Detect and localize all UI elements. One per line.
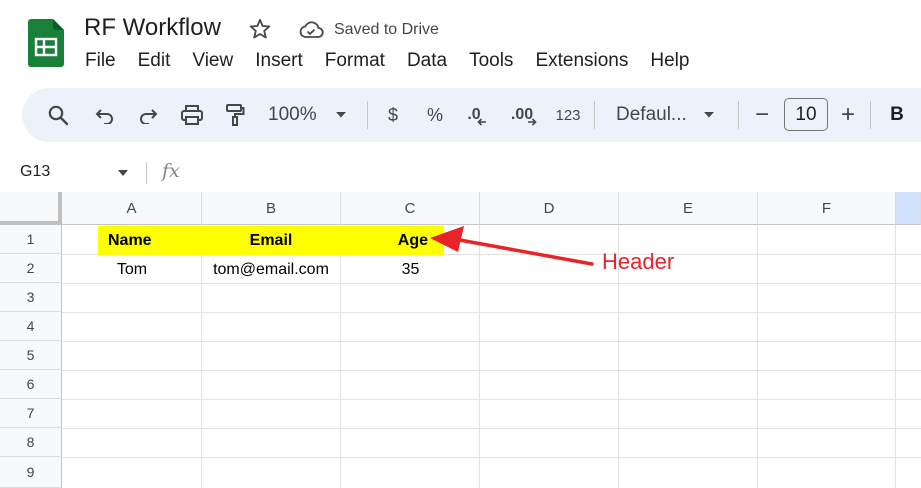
- menu-data[interactable]: Data: [407, 50, 447, 74]
- caret-down-icon: [703, 112, 714, 118]
- select-all-corner[interactable]: [0, 192, 62, 225]
- minus-icon: −: [754, 101, 769, 128]
- percent-label: %: [426, 104, 443, 125]
- fx-icon: fx: [162, 160, 180, 182]
- toolbar-divider: [870, 101, 871, 129]
- increase-decimal-button[interactable]: .00: [504, 88, 544, 142]
- cell-b1[interactable]: Email: [201, 226, 341, 255]
- column-header-b[interactable]: B: [202, 192, 341, 225]
- toolbar: 100% $ % .0 .00 123 Defaul... − 10 + B: [22, 88, 921, 142]
- column-header-f[interactable]: F: [758, 192, 896, 225]
- currency-format-button[interactable]: $: [378, 88, 408, 142]
- zoom-select[interactable]: 100%: [262, 88, 358, 142]
- annotation-label: Header: [602, 249, 675, 274]
- caret-down-icon: [335, 112, 346, 118]
- search-menus-button[interactable]: [40, 88, 76, 142]
- redo-button[interactable]: [133, 88, 163, 142]
- bold-icon: B: [890, 104, 904, 125]
- menu-bar: File Edit View Insert Format Data Tools …: [85, 50, 711, 74]
- cloud-saved-icon[interactable]: [298, 20, 324, 40]
- arrow-left-icon: [477, 118, 486, 126]
- menu-file[interactable]: File: [85, 50, 116, 74]
- paint-format-button[interactable]: [220, 88, 250, 142]
- undo-icon: [95, 109, 113, 124]
- menu-insert[interactable]: Insert: [255, 50, 303, 74]
- row-header-9[interactable]: 9: [0, 457, 62, 488]
- gridline: [62, 428, 921, 429]
- cell-b2[interactable]: tom@email.com: [201, 255, 341, 284]
- redo-icon: [140, 109, 158, 124]
- sheets-logo-icon[interactable]: [28, 19, 64, 67]
- font-family-select[interactable]: Defaul...: [606, 88, 726, 142]
- menu-help[interactable]: Help: [650, 50, 689, 74]
- gridline: [895, 225, 896, 488]
- paint-format-icon: [226, 104, 245, 126]
- bold-button[interactable]: B: [884, 88, 910, 142]
- row-header-3[interactable]: 3: [0, 283, 62, 312]
- print-icon: [181, 105, 203, 125]
- row-header-8[interactable]: 8: [0, 428, 62, 457]
- toolbar-divider: [594, 101, 595, 129]
- gridline: [62, 457, 921, 458]
- column-header-a[interactable]: A: [62, 192, 202, 225]
- percent-format-button[interactable]: %: [420, 88, 450, 142]
- gridline: [757, 225, 758, 488]
- menu-format[interactable]: Format: [325, 50, 385, 74]
- column-header-c[interactable]: C: [341, 192, 480, 225]
- gridline: [62, 370, 921, 371]
- row-header-2[interactable]: 2: [0, 254, 62, 283]
- caret-down-icon[interactable]: [116, 166, 130, 180]
- decrease-font-size-button[interactable]: −: [748, 88, 776, 142]
- star-icon[interactable]: [248, 17, 272, 41]
- print-button[interactable]: [176, 88, 208, 142]
- annotation-arrow-icon: [430, 226, 594, 266]
- row-header-6[interactable]: 6: [0, 370, 62, 399]
- formula-bar-divider: [146, 162, 147, 184]
- zoom-value: 100%: [268, 104, 317, 125]
- undo-button[interactable]: [90, 88, 120, 142]
- name-box[interactable]: G13: [20, 163, 50, 181]
- arrow-right-icon: [528, 118, 537, 126]
- plus-icon: +: [840, 101, 855, 128]
- font-family-value: Defaul...: [616, 104, 687, 125]
- row-header-1[interactable]: 1: [0, 225, 62, 254]
- gridline: [62, 312, 921, 313]
- cell-a2[interactable]: Tom: [62, 255, 202, 284]
- toolbar-divider: [367, 101, 368, 129]
- menu-edit[interactable]: Edit: [138, 50, 171, 74]
- menu-extensions[interactable]: Extensions: [535, 50, 628, 74]
- currency-label: $: [387, 104, 398, 125]
- menu-view[interactable]: View: [192, 50, 233, 74]
- cell-a1[interactable]: Name: [98, 226, 201, 255]
- number-format-button[interactable]: 123: [550, 88, 586, 142]
- number-format-label: 123: [555, 106, 581, 124]
- column-header-g[interactable]: [896, 192, 921, 225]
- save-status[interactable]: Saved to Drive: [334, 21, 439, 39]
- document-title[interactable]: RF Workflow: [84, 14, 221, 42]
- row-header-5[interactable]: 5: [0, 341, 62, 370]
- menu-tools[interactable]: Tools: [469, 50, 513, 74]
- formula-bar: G13 fx: [0, 156, 921, 190]
- font-size-input[interactable]: 10: [784, 98, 828, 131]
- increase-font-size-button[interactable]: +: [834, 88, 862, 142]
- column-header-e[interactable]: E: [619, 192, 758, 225]
- row-header-7[interactable]: 7: [0, 399, 62, 428]
- gridline: [62, 399, 921, 400]
- toolbar-divider: [738, 101, 739, 129]
- decrease-decimal-button[interactable]: .0: [460, 88, 494, 142]
- column-header-d[interactable]: D: [480, 192, 619, 225]
- search-icon: [48, 105, 69, 126]
- gridline: [62, 341, 921, 342]
- row-header-4[interactable]: 4: [0, 312, 62, 341]
